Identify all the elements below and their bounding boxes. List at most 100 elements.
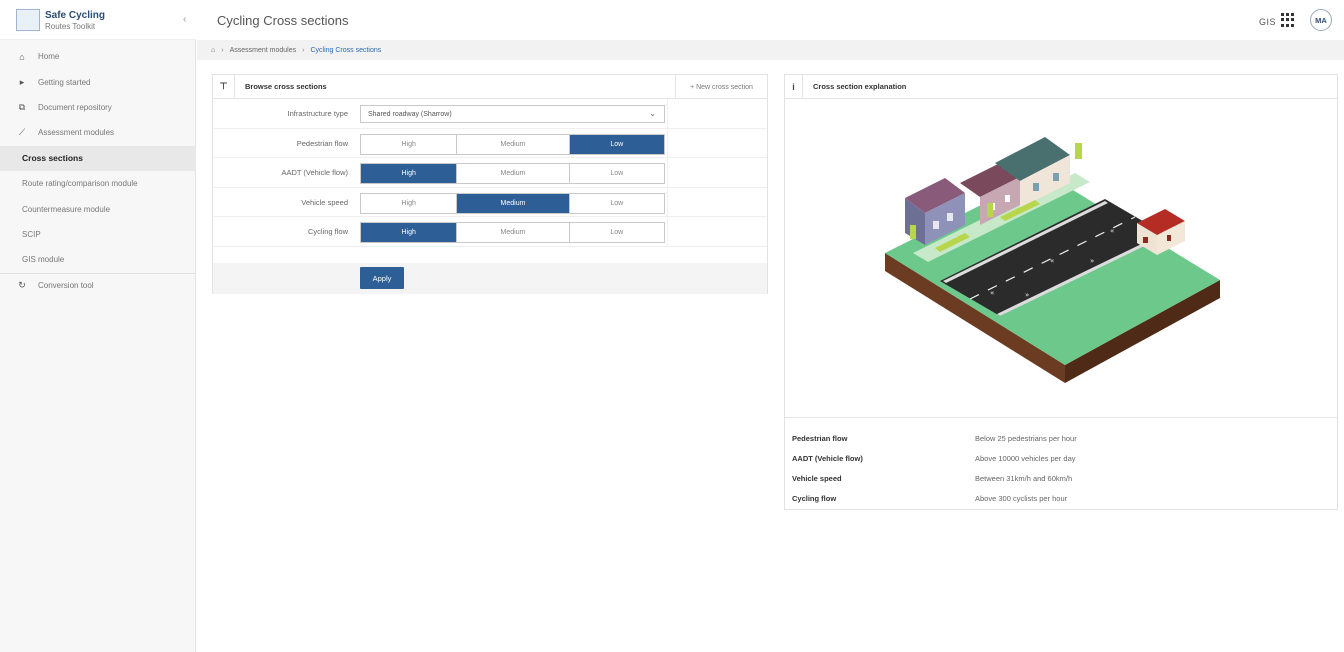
apps-grid-icon[interactable] [1281,13,1295,27]
detail-row-cycling-flow: Cycling flow Above 300 cyclists per hour [792,488,1332,508]
vehicle-speed-row: Vehicle speed High Medium Low [213,187,767,217]
refresh-icon: ↻ [18,280,26,291]
info-icon: i [785,74,803,99]
detail-label: AADT (Vehicle flow) [792,453,863,463]
vehicle-speed-toggle: High Medium Low [360,192,665,214]
sidebar-item-label: Countermeasure module [22,204,111,214]
pedestrian-flow-label: Pedestrian flow [296,138,348,148]
svg-text:»: » [1025,291,1029,299]
browse-panel-title: Browse cross sections [245,82,327,91]
aadt-label: AADT (Vehicle flow) [281,168,348,178]
chevron-down-icon: ⌄ [649,109,656,118]
sidebar-item-label: Conversion tool [38,281,94,291]
explanation-panel-title: Cross section explanation [813,82,907,91]
explanation-panel-header: i Cross section explanation [785,74,1337,99]
pointer-icon: ▸ [19,76,25,87]
browse-panel-header: ⊤ Browse cross sections + New cross sect… [213,74,767,99]
detail-label: Cycling flow [792,493,837,503]
sidebar-item-label: Cross sections [22,153,83,164]
aadt-low[interactable]: Low [570,164,664,183]
logo-icon [16,9,40,31]
browse-form-footer: Apply [213,263,767,294]
sidebar-item-route-rating[interactable]: Route rating/comparison module [0,171,196,196]
cycling-flow-row: Cycling flow High Medium Low [213,217,767,247]
page-title: Cycling Cross sections [217,13,349,28]
cycling-flow-label: Cycling flow [307,227,348,237]
aadt-high[interactable]: High [361,164,458,183]
sidebar-item-label: SCIP [22,229,41,239]
cycling-flow-medium[interactable]: Medium [457,223,570,242]
gis-link[interactable]: GIS [1259,17,1276,27]
detail-label: Pedestrian flow [792,433,848,443]
sidebar-item-label: GIS module [22,255,65,265]
home-icon[interactable]: ⌂ [211,47,215,54]
sidebar: Safe Cycling Routes Toolkit ‹ ⌂ Home ▸ G… [0,0,196,652]
sidebar-item-scip[interactable]: SCIP [0,222,196,247]
detail-value: Above 300 cyclists per hour [975,493,1068,503]
vehicle-speed-high[interactable]: High [361,193,458,213]
documents-icon: ⧉ [18,101,26,112]
sidebar-item-home[interactable]: ⌂ Home [0,44,196,69]
detail-value: Below 25 pedestrians per hour [975,433,1077,443]
vehicle-speed-low[interactable]: Low [570,194,664,213]
browse-cross-sections-panel: ⊤ Browse cross sections + New cross sect… [212,74,768,294]
cycling-flow-low[interactable]: Low [570,223,664,242]
sidebar-nav: ⌂ Home ▸ Getting started ⧉ Document repo… [0,44,196,298]
infrastructure-type-value: Shared roadway (Sharrow) [368,110,452,118]
infrastructure-type-row: Infrastructure type Shared roadway (Shar… [213,99,767,129]
sidebar-item-label: Assessment modules [38,128,115,138]
sidebar-item-conversion-tool[interactable]: ↻ Conversion tool [0,272,196,298]
sidebar-item-gis-module[interactable]: GIS module [0,247,196,272]
svg-text:«: « [1050,257,1054,265]
infrastructure-type-select[interactable]: Shared roadway (Sharrow) ⌄ [360,105,665,123]
sidebar-item-cross-sections[interactable]: Cross sections [0,145,196,171]
sidebar-item-countermeasure[interactable]: Countermeasure module [0,196,196,221]
pedestrian-flow-medium[interactable]: Medium [457,134,570,154]
pedestrian-flow-row: Pedestrian flow High Medium Low [213,128,767,158]
vehicle-speed-medium[interactable]: Medium [457,193,570,213]
sidebar-item-document-repository[interactable]: ⧉ Document repository [0,95,196,120]
aadt-medium[interactable]: Medium [457,164,570,183]
brand-subtitle: Routes Toolkit [45,22,96,31]
breadcrumb-separator: › [302,46,305,54]
breadcrumb-separator: › [221,46,224,54]
top-header: Cycling Cross sections GIS MA [197,0,1344,40]
explanation-details: Pedestrian flow Below 25 pedestrians per… [785,417,1337,509]
sidebar-item-label: Getting started [38,77,91,87]
pedestrian-flow-high[interactable]: High [361,134,458,154]
sidebar-item-label: Home [38,52,60,62]
sidebar-item-getting-started[interactable]: ▸ Getting started [0,69,196,94]
sidebar-collapse-button[interactable]: ‹ [183,14,186,25]
sidebar-item-label: Document repository [38,102,112,112]
vehicle-speed-label: Vehicle speed [301,197,348,207]
avatar[interactable]: MA [1310,9,1332,31]
brand-header: Safe Cycling Routes Toolkit ‹ [0,0,196,40]
detail-row-aadt: AADT (Vehicle flow) Above 10000 vehicles… [792,448,1332,468]
aadt-row: AADT (Vehicle flow) High Medium Low [213,158,767,188]
svg-text:»: » [1090,257,1094,265]
cross-section-explanation-panel: i Cross section explanation « « « » » Pe… [784,74,1338,510]
breadcrumb: ⌂ › Assessment modules › Cycling Cross s… [197,40,1344,60]
filter-icon: ⊤ [213,74,235,99]
detail-value: Above 10000 vehicles per day [975,453,1076,463]
new-cross-section-button[interactable]: + New cross section [675,75,767,99]
svg-text:«: « [1110,227,1114,235]
pedestrian-flow-toggle: High Medium Low [360,133,665,155]
breadcrumb-assessment-modules[interactable]: Assessment modules [230,47,297,54]
cross-section-illustration: « « « » » [885,137,1220,383]
chart-line-icon: ⟋ [18,127,26,138]
detail-label: Vehicle speed [792,473,842,483]
aadt-toggle: High Medium Low [360,163,665,184]
sidebar-item-assessment-modules[interactable]: ⟋ Assessment modules [0,120,196,145]
home-icon: ⌂ [19,51,25,62]
infrastructure-type-label: Infrastructure type [287,109,348,119]
sidebar-item-label: Route rating/comparison module [22,179,138,189]
detail-row-pedestrian-flow: Pedestrian flow Below 25 pedestrians per… [792,428,1332,448]
pedestrian-flow-low[interactable]: Low [569,134,664,154]
apply-button[interactable]: Apply [360,267,404,289]
detail-row-vehicle-speed: Vehicle speed Between 31km/h and 60km/h [792,468,1332,488]
detail-value: Between 31km/h and 60km/h [975,473,1073,483]
cycling-flow-high[interactable]: High [361,223,458,242]
brand-title: Safe Cycling [45,10,106,21]
breadcrumb-current: Cycling Cross sections [310,46,382,54]
